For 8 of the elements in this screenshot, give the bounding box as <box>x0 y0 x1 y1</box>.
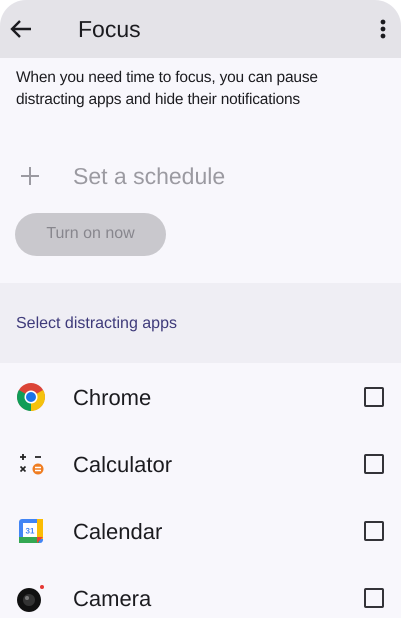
screen-title: Focus <box>78 14 142 44</box>
app-name: Calendar <box>73 518 164 546</box>
description-text: When you need time to focus, you can pause distracting apps and hide their notifications <box>15 68 319 110</box>
app-name: Calculator <box>73 450 174 478</box>
app-name: Camera <box>73 584 152 612</box>
section-header: Select distracting apps <box>16 314 177 334</box>
calendar-date: 31 <box>26 526 34 536</box>
app-name: Chrome <box>73 384 152 412</box>
